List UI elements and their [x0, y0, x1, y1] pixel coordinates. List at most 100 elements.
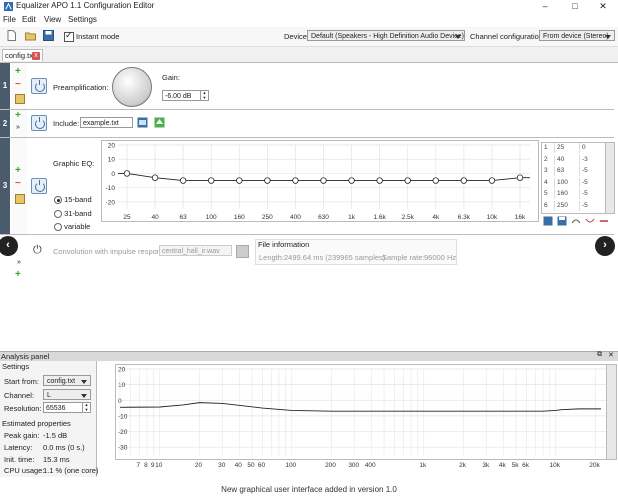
eq-band-handle[interactable] — [488, 177, 496, 184]
eq-band-handle[interactable] — [376, 177, 383, 184]
include-file-input[interactable]: example.txt — [80, 117, 133, 128]
resolution-spinner[interactable]: ▲ ▼ — [82, 403, 90, 412]
menu-settings[interactable]: Settings — [68, 15, 97, 24]
reset-icon[interactable] — [599, 216, 609, 226]
table-row[interactable]: 3 63 -5 — [542, 166, 606, 176]
graphic-eq-graph[interactable]: 20 10 0 -10 -20 25 40 63 100 160 250 400 630 1k 1.6k 2.… — [101, 140, 539, 222]
remove-filter-icon[interactable]: − — [15, 80, 21, 90]
instant-mode-check[interactable] — [64, 30, 74, 43]
gain-input[interactable]: -6.00 dB ▲ ▼ — [162, 90, 209, 101]
eq-band-handle[interactable] — [264, 177, 271, 184]
channel-select[interactable]: L — [43, 389, 91, 400]
table-cell-frequency[interactable]: 250 — [554, 200, 579, 211]
radio-variable-circle[interactable] — [54, 223, 62, 232]
power-toggle-icon[interactable] — [31, 78, 47, 94]
edit-icon[interactable] — [15, 194, 25, 204]
nav-next-button[interactable]: › — [595, 236, 615, 256]
table-row[interactable]: 6 250 -5 — [542, 200, 606, 211]
add-filter-icon[interactable]: + — [15, 111, 21, 121]
power-icon[interactable]: ⏻ — [33, 244, 42, 257]
table-cell-gain[interactable]: 0 — [579, 143, 606, 153]
table-cell-frequency[interactable]: 100 — [554, 177, 579, 188]
eq-band-handle[interactable] — [123, 170, 131, 177]
eq-band-handle[interactable] — [348, 177, 355, 184]
power-icon — [35, 180, 45, 192]
table-cell-gain[interactable]: -5 — [579, 189, 606, 199]
radio-31-band-circle[interactable] — [54, 210, 62, 219]
radio-variable[interactable]: variable — [54, 222, 90, 232]
instant-mode-checkbox[interactable] — [64, 30, 74, 43]
tab-close-icon[interactable]: x — [32, 52, 40, 60]
table-cell-frequency[interactable]: 40 — [554, 154, 579, 165]
eq-band-handle[interactable] — [292, 177, 299, 184]
invert-icon[interactable] — [585, 216, 595, 226]
start-from-select[interactable]: config.txt — [43, 375, 91, 386]
edit-icon[interactable] — [15, 94, 25, 104]
graphic-eq-chart[interactable]: 20100-10-2025 40 63 100 160 250 400 630 1k 1.6k 2.… — [102, 141, 538, 221]
sample-rate-label: Sample rate: — [382, 253, 425, 262]
remove-filter-icon[interactable]: − — [15, 179, 21, 189]
graphic-eq-table-scrollbar[interactable] — [605, 142, 615, 214]
eq-band-handle[interactable] — [460, 177, 468, 184]
table-cell-gain[interactable]: -3 — [579, 154, 606, 165]
eq-band-handle[interactable] — [151, 174, 159, 181]
table-cell-frequency[interactable]: 25 — [554, 143, 579, 153]
menu-view[interactable]: View — [44, 15, 61, 24]
eq-band-handle[interactable] — [179, 177, 187, 184]
close-button[interactable]: ✕ — [588, 0, 618, 12]
resolution-input[interactable]: 65536 ▲ ▼ — [43, 402, 91, 413]
arrow-up-icon[interactable] — [154, 117, 165, 128]
expand-icon[interactable]: » — [16, 124, 20, 131]
maximize-button[interactable]: □ — [560, 0, 590, 12]
add-filter-icon[interactable]: + — [15, 166, 21, 176]
table-cell-gain[interactable]: -5 — [579, 177, 606, 188]
analysis-scrollbar[interactable] — [606, 364, 617, 460]
analysis-graph[interactable]: 20100-10-20-30 — [115, 364, 610, 460]
load-icon[interactable] — [543, 216, 553, 226]
curve-icon[interactable] — [571, 216, 581, 226]
table-cell-gain[interactable]: -5 — [579, 166, 606, 176]
gain-knob[interactable] — [112, 67, 152, 107]
table-row[interactable]: 1 25 0 — [542, 143, 606, 153]
save-preset-icon[interactable] — [557, 216, 567, 226]
radio-15-band-circle[interactable] — [54, 196, 62, 205]
tab-config[interactable]: config.txt x — [2, 49, 43, 61]
menu-file[interactable]: File — [3, 15, 16, 24]
add-filter-icon[interactable]: + — [15, 270, 21, 280]
minimize-button[interactable]: – — [530, 0, 560, 12]
table-row[interactable]: 4 100 -5 — [542, 177, 606, 188]
undock-icon[interactable]: ⧉ — [597, 351, 602, 359]
x-tick-label: 100 — [206, 214, 217, 221]
close-panel-icon[interactable]: ✕ — [608, 351, 614, 359]
analysis-chart[interactable]: 20100-10-20-30 — [116, 365, 609, 459]
power-toggle-icon[interactable] — [31, 178, 47, 194]
eq-band-handle[interactable] — [208, 177, 215, 184]
nav-prev-button[interactable]: ‹ — [0, 236, 18, 256]
eq-band-handle[interactable] — [432, 177, 439, 184]
eq-band-handle[interactable] — [236, 177, 243, 184]
table-row[interactable]: 5 160 -5 — [542, 189, 606, 199]
table-row[interactable]: 2 40 -3 — [542, 154, 606, 165]
table-cell-frequency[interactable]: 63 — [554, 166, 579, 176]
radio-31-band[interactable]: 31-band — [54, 209, 92, 219]
expand-icon[interactable]: » — [17, 259, 21, 266]
new-file-icon[interactable] — [6, 30, 17, 41]
device-select[interactable]: Default (Speakers - High Definition Audi… — [307, 30, 465, 41]
power-toggle-icon[interactable] — [31, 115, 47, 131]
open-folder-icon[interactable] — [137, 117, 148, 128]
table-cell-gain[interactable]: -5 — [579, 200, 606, 211]
instant-mode-label: Instant mode — [76, 32, 120, 41]
table-cell-frequency[interactable]: 160 — [554, 189, 579, 199]
menu-edit[interactable]: Edit — [22, 15, 36, 24]
eq-band-handle[interactable] — [320, 177, 327, 184]
channel-config-select[interactable]: From device (Stereo) — [539, 30, 615, 41]
open-folder-icon[interactable] — [25, 30, 36, 41]
save-icon[interactable] — [43, 30, 54, 41]
browse-icon[interactable] — [236, 245, 249, 258]
gain-spinner[interactable]: ▲ ▼ — [200, 91, 208, 100]
radio-15-band[interactable]: 15-band — [54, 195, 92, 205]
eq-band-handle[interactable] — [516, 174, 524, 181]
impulse-file-input[interactable]: central_hall_ir.wav — [159, 245, 232, 256]
eq-band-handle[interactable] — [404, 177, 411, 184]
add-filter-icon[interactable]: + — [15, 67, 21, 77]
